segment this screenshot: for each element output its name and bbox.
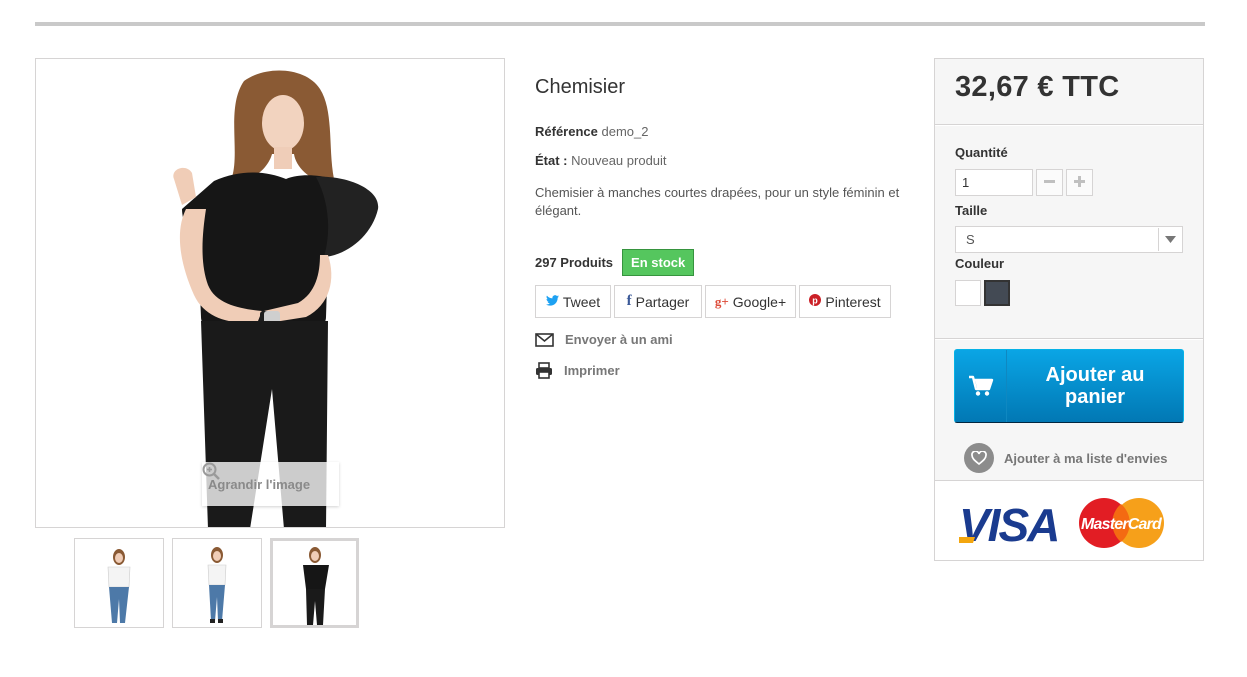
add-to-cart-button[interactable]: Ajouter au panier — [954, 349, 1184, 423]
thumbnail-list — [74, 538, 359, 628]
thumbnail-image-2[interactable] — [172, 538, 262, 628]
chevron-down-icon — [1158, 228, 1181, 251]
quantity-label: Quantité — [955, 145, 1008, 160]
send-to-friend-link[interactable]: Envoyer à un ami — [535, 332, 673, 347]
minus-icon — [1044, 180, 1055, 183]
quantity-input[interactable]: 1 — [955, 169, 1033, 196]
model-black-blouse-illustration — [173, 70, 379, 527]
stock-quantity: 297 Produits — [535, 255, 614, 270]
color-swatch-white[interactable] — [955, 280, 981, 306]
add-to-cart-label: Ajouter au panier — [1045, 364, 1145, 408]
quantity-increase-button[interactable] — [1066, 169, 1093, 196]
color-swatch-dark-gray[interactable] — [984, 280, 1010, 306]
product-options: Quantité 1 Taille S Couleur — [935, 125, 1203, 339]
payment-logos: VISA MasterCard — [959, 497, 1171, 556]
thumbnail-image-3[interactable] — [270, 538, 359, 628]
add-to-cart-area: Ajouter au panier Ajouter à ma liste d'e… — [935, 340, 1203, 481]
google-plus-icon: g+ — [714, 293, 729, 309]
facebook-share-button[interactable]: f Partager — [614, 285, 702, 318]
product-description: Chemisier à manches courtes drapées, pou… — [535, 185, 900, 218]
pinterest-icon: p — [809, 294, 822, 309]
product-price: 32,67 € TTC — [955, 71, 1120, 103]
facebook-icon: f — [626, 293, 632, 309]
visa-mastercard-logo: VISA MasterCard — [959, 498, 1164, 551]
heart-icon — [964, 443, 994, 473]
size-selected-value: S — [966, 232, 975, 247]
twitter-icon — [545, 294, 559, 309]
quantity-decrease-button[interactable] — [1036, 169, 1063, 196]
buy-box: 32,67 € TTC Quantité 1 Taille S Couleur … — [934, 58, 1204, 561]
reference-value: demo_2 — [601, 124, 649, 139]
stock-badge: En stock — [622, 249, 695, 276]
color-label: Couleur — [955, 256, 1005, 271]
wishlist-label: Ajouter à ma liste d'envies — [1004, 450, 1168, 466]
pinterest-button[interactable]: p Pinterest — [799, 285, 891, 318]
social-share-buttons: Tweet f Partager g+ Google+ p Pinterest — [535, 285, 891, 318]
price-area: 32,67 € TTC — [935, 59, 1203, 125]
send-to-friend-label: Envoyer à un ami — [565, 332, 673, 347]
top-divider — [35, 22, 1205, 26]
tweet-label: Tweet — [562, 293, 601, 310]
google-plus-button[interactable]: g+ Google+ — [705, 285, 796, 318]
svg-text:VISA: VISA — [959, 499, 1058, 551]
svg-text:p: p — [813, 295, 819, 305]
condition-line: État : Nouveau produit — [535, 153, 667, 168]
tweet-button[interactable]: Tweet — [535, 285, 611, 318]
stock-row: 297 Produits En stock — [535, 249, 695, 276]
zoom-image-button[interactable]: Agrandir l'image — [202, 462, 339, 506]
size-select[interactable]: S — [955, 226, 1183, 253]
condition-label: État : — [535, 153, 568, 168]
size-label: Taille — [955, 203, 988, 218]
cart-icon — [955, 350, 1007, 422]
thumbnail-image-1[interactable] — [74, 538, 164, 628]
envelope-icon — [535, 332, 554, 347]
svg-text:MasterCard: MasterCard — [1081, 516, 1163, 533]
google-plus-label: Google+ — [732, 293, 787, 310]
printer-icon — [536, 362, 552, 379]
zoom-image-label: Agrandir l'image — [208, 476, 311, 492]
wishlist-link[interactable]: Ajouter à ma liste d'envies — [954, 443, 1167, 473]
condition-value: Nouveau produit — [571, 153, 667, 168]
print-label: Imprimer — [564, 363, 620, 378]
product-main-image[interactable]: Agrandir l'image — [35, 58, 505, 528]
product-title: Chemisier — [535, 76, 626, 98]
reference-line: Référence demo_2 — [535, 124, 648, 139]
facebook-label: Partager — [635, 293, 690, 310]
plus-icon — [1074, 176, 1085, 187]
pinterest-label: Pinterest — [825, 293, 881, 310]
print-link[interactable]: Imprimer — [535, 362, 620, 379]
reference-label: Référence — [535, 124, 598, 139]
